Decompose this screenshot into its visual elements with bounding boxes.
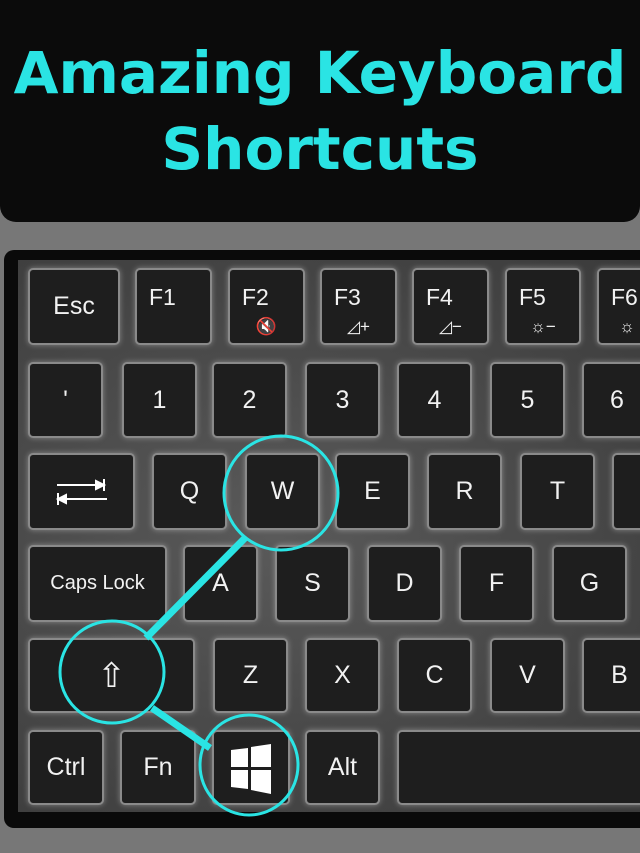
connector-line bbox=[150, 705, 212, 751]
connector-line bbox=[143, 535, 248, 641]
highlight-overlay bbox=[58, 434, 340, 817]
highlight-circle-w bbox=[222, 434, 340, 552]
highlight-circle-windows bbox=[198, 713, 300, 817]
highlight-circle-shift bbox=[58, 619, 166, 725]
